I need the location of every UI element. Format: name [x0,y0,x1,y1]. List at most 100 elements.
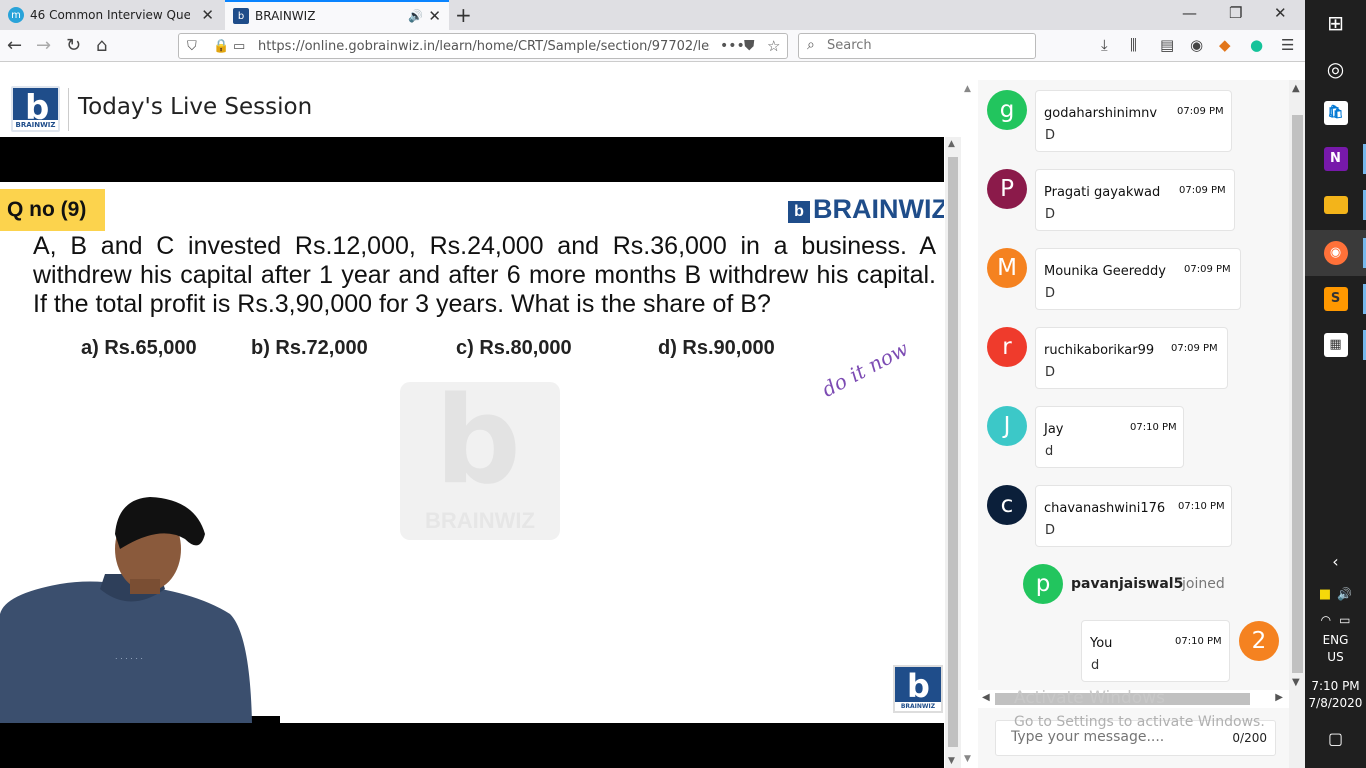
message-time: 07:10 PM [1178,501,1225,512]
brand-b-icon: b [788,201,810,223]
message-input[interactable] [1011,729,1231,745]
avatar: P [987,169,1027,209]
download-icon[interactable]: ⤓ [1101,36,1108,54]
bookmark-star-icon[interactable]: ☆ [767,37,780,55]
tray-icons-row-2: ◠ ▭ [1305,608,1366,632]
browser-tab-brainwiz[interactable]: b BRAINWIZ 🔊 ✕ [225,0,449,30]
new-tab-icon[interactable]: + [455,3,472,27]
calculator-button[interactable]: ▦ [1305,322,1366,368]
sender-name: Pragati gayakwad [1044,185,1161,200]
message-time: 07:10 PM [1175,636,1222,647]
cortana-button[interactable]: ◎ [1305,46,1366,92]
pocket-icon[interactable]: ⛊ [744,38,755,54]
video-scrollbar[interactable]: ▲ ▼ [945,137,961,768]
message-bubble: chavanashwini176 07:10 PM D [1035,485,1232,547]
avatar: r [987,327,1027,367]
scroll-down-icon[interactable]: ▼ [948,756,955,766]
menu-icon[interactable]: ☰ [1281,36,1294,54]
search-input[interactable] [827,38,1027,53]
home-icon[interactable]: ⌂ [96,35,107,56]
metamask-icon[interactable]: ◆ [1219,36,1231,54]
back-icon[interactable]: ← [7,35,22,56]
page-title: Today's Live Session [78,94,313,120]
sender-name: godaharshinimnv [1044,106,1158,121]
wifi-icon[interactable]: ◠ [1321,613,1331,627]
logo-label: BRAINWIZ [13,120,58,130]
question-slide: Q no (9) b BRAINWIZ A, B and C invested R… [0,182,944,723]
message-bubble: ruchikaborikar99 07:09 PM D [1035,327,1228,389]
tray-expand-button[interactable]: ‹ [1305,548,1366,574]
sidebar-icon[interactable]: ▤ [1160,36,1174,54]
restore-icon[interactable]: ❐ [1229,4,1242,22]
battery-icon[interactable]: ▭ [1339,613,1350,627]
more-actions-icon[interactable]: ••• [720,38,745,54]
calculator-icon: ▦ [1323,333,1348,357]
presenter-video: . . . . . . [0,497,280,723]
avatar: p [1023,564,1063,604]
page: b BRAINWIZ Today's Live Session Q no (9)… [0,80,1305,768]
slide-brand: b BRAINWIZ [788,194,944,225]
store-button[interactable]: 🛍 [1305,90,1366,136]
scroll-down-icon[interactable]: ▼ [964,754,971,764]
notification-icon: ▢ [1327,728,1344,748]
avatar: c [987,485,1027,525]
start-button[interactable]: ⊞ [1305,0,1366,46]
scroll-left-icon[interactable]: ◀ [982,692,990,703]
tab-favicon-icon: m [8,7,24,23]
file-explorer-button[interactable] [1305,182,1366,228]
minimize-icon[interactable]: — [1182,4,1197,22]
scroll-right-icon[interactable]: ▶ [1275,692,1283,703]
joined-user-name: pavanjaiswal5 [1071,576,1184,592]
forward-icon[interactable]: → [36,35,51,56]
close-tab-icon[interactable]: ✕ [428,7,441,25]
session-header: b BRAINWIZ Today's Live Session [0,80,945,137]
video-player[interactable]: Q no (9) b BRAINWIZ A, B and C invested R… [0,137,944,768]
notes-icon[interactable]: ■ [1319,587,1331,602]
url-text[interactable]: https://online.gobrainwiz.in/learn/home/… [258,39,710,54]
avatar: M [987,248,1027,288]
question-text: A, B and C invested Rs.12,000, Rs.24,000… [33,232,936,318]
lock-icon[interactable]: 🔒 [213,39,229,54]
reload-icon[interactable]: ↻ [66,35,81,56]
scroll-up-icon[interactable]: ▲ [964,84,971,94]
grammarly-icon[interactable]: ● [1250,36,1263,54]
store-icon: 🛍 [1323,101,1348,125]
action-center-button[interactable]: ▢ [1305,716,1366,760]
speaker-icon[interactable]: 🔊 [408,9,423,23]
tab-title: 46 Common Interview Questio [30,8,190,22]
browser-tab-interview[interactable]: m 46 Common Interview Questio ✕ [0,0,222,30]
language-indicator[interactable]: ENG US [1305,632,1366,666]
library-icon[interactable]: ⫼ [1130,36,1137,54]
region-code: US [1327,650,1344,664]
close-window-icon[interactable]: ✕ [1274,4,1287,22]
brainwiz-watermark: b BRAINWIZ [400,382,560,540]
page-scrollbar[interactable]: ▲ ▼ [961,80,977,768]
scroll-up-icon[interactable]: ▲ [1292,83,1300,94]
url-bar[interactable]: ⛉ 🔒 ▭ https://online.gobrainwiz.in/learn… [178,33,788,59]
message-time: 07:09 PM [1179,185,1226,196]
account-icon[interactable]: ◉ [1190,36,1203,54]
windows-taskbar: ⊞ ◎ 🛍 N ◉ S ▦ ‹ ■ 🔊 ◠ ▭ ENG US 7:10 PM 7… [1305,0,1366,768]
sender-name: You [1090,636,1113,651]
scrollbar-thumb[interactable] [1292,115,1303,673]
shield-icon[interactable]: ⛉ [187,39,197,54]
onenote-button[interactable]: N [1305,136,1366,182]
firefox-button[interactable]: ◉ [1305,230,1366,276]
scroll-down-icon[interactable]: ▼ [1292,677,1300,688]
scroll-up-icon[interactable]: ▲ [948,139,955,149]
scrollbar-thumb[interactable] [948,157,958,747]
page-info-icon[interactable]: ▭ [233,39,245,54]
chat-scrollbar[interactable]: ▲ ▼ [1289,80,1305,768]
brainwiz-logo[interactable]: b BRAINWIZ [11,86,60,132]
search-bar[interactable]: ⌕ [798,33,1036,59]
language-code: ENG [1322,633,1349,647]
clock[interactable]: 7:10 PM 7/8/2020 [1305,678,1366,712]
volume-icon[interactable]: 🔊 [1337,587,1352,601]
sublime-button[interactable]: S [1305,276,1366,322]
message-text: D [1045,286,1056,301]
message-bubble: Mounika Geereddy 07:09 PM D [1035,248,1241,310]
watermark-text: BRAINWIZ [425,508,535,533]
chat-panel: g godaharshinimnv 07:09 PM D P Pragati g… [978,80,1289,768]
option-d: d) Rs.90,000 [658,337,775,359]
close-tab-icon[interactable]: ✕ [201,6,214,24]
